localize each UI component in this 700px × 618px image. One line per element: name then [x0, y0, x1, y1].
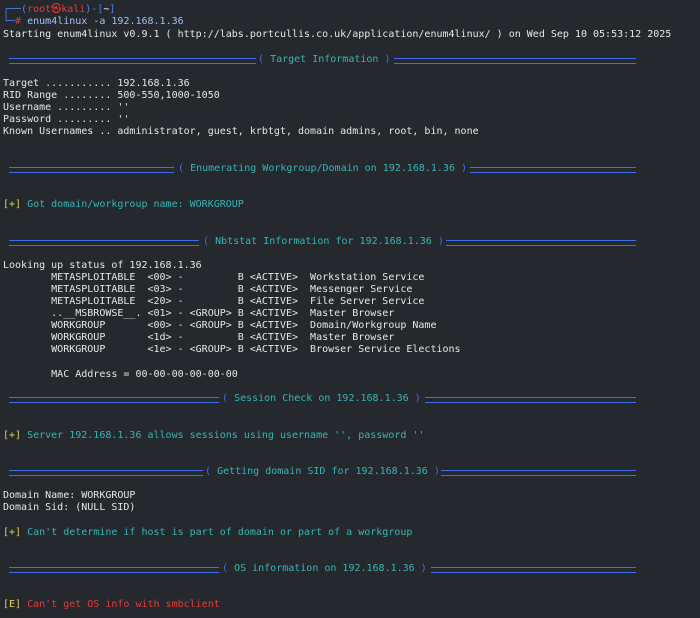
- nbtstat-row: METASPLOITABLE <20> - B <ACTIVE> File Se…: [3, 296, 425, 307]
- domain-sid-line: Domain Sid: (NULL SID): [3, 502, 136, 513]
- nbtstat-row: WORKGROUP <1d> - B <ACTIVE> Master Brows…: [3, 332, 395, 343]
- workgroup-message: [+] Got domain/workgroup name: WORKGROUP: [3, 199, 244, 210]
- command-text: enum4linux -a 192.168.1.36: [27, 16, 184, 27]
- nbtstat-row: WORKGROUP <00> - <GROUP> B <ACTIVE> Doma…: [3, 320, 437, 331]
- banner-os: ( OS information on 192.168.1.36 ): [222, 563, 427, 574]
- banner-rule-left: [9, 567, 219, 573]
- nbtstat-row: ..__MSBROWSE__. <01> - <GROUP> B <ACTIVE…: [3, 308, 395, 319]
- mac-address-line: MAC Address = 00-00-00-00-00-00: [3, 369, 238, 380]
- terminal-window[interactable]: ┌──(root㉿kali)-[~] └─# enum4linux -a 192…: [0, 0, 700, 618]
- nbtstat-row: WORKGROUP <1e> - <GROUP> B <ACTIVE> Brow…: [3, 344, 461, 355]
- banner-nbtstat: ( Nbtstat Information for 192.168.1.36 ): [203, 236, 444, 247]
- banner-rule-right: [425, 397, 636, 403]
- nbtstat-row: METASPLOITABLE <00> - B <ACTIVE> Worksta…: [3, 272, 425, 283]
- nbtstat-lookup: Looking up status of 192.168.1.36: [3, 260, 202, 271]
- banner-rule-left: [9, 470, 203, 476]
- banner-rule-left: [9, 58, 256, 64]
- os-error-message: [E] Can't get OS info with smbclient: [3, 599, 220, 610]
- banner-rule-left: [9, 167, 174, 173]
- banner-session: ( Session Check on 192.168.1.36 ): [222, 393, 421, 404]
- banner-rule-left: [9, 397, 219, 403]
- banner-rule-right: [441, 470, 636, 476]
- username-line: Username ......... '': [3, 102, 130, 113]
- domain-determine-message: [+] Can't determine if host is part of d…: [3, 527, 413, 538]
- banner-workgroup: ( Enumerating Workgroup/Domain on 192.16…: [178, 163, 468, 174]
- banner-sid: ( Getting domain SID for 192.168.1.36 ): [205, 466, 440, 477]
- password-line: Password ......... '': [3, 114, 130, 125]
- prompt-user: root: [27, 4, 52, 15]
- banner-target: ( Target Information ): [258, 54, 391, 65]
- known-usernames-line: Known Usernames .. administrator, guest,…: [3, 126, 479, 137]
- nbtstat-row: METASPLOITABLE <03> - B <ACTIVE> Messeng…: [3, 284, 413, 295]
- domain-name-line: Domain Name: WORKGROUP: [3, 490, 136, 501]
- starting-line: Starting enum4linux v0.9.1 ( http://labs…: [3, 29, 672, 40]
- banner-rule-right: [431, 567, 636, 573]
- target-line: Target ........... 192.168.1.36: [3, 78, 190, 89]
- banner-rule-right: [470, 167, 636, 173]
- session-message: [+] Server 192.168.1.36 allows sessions …: [3, 430, 425, 441]
- prompt-line: ┌──(root㉿kali)-[~]: [3, 4, 116, 15]
- prompt-symbol: ㉿: [51, 4, 62, 15]
- rid-range-line: RID Range ........ 500-550,1000-1050: [3, 90, 220, 101]
- banner-rule-right: [446, 240, 636, 246]
- banner-rule-right: [394, 58, 636, 64]
- banner-rule-left: [9, 240, 199, 246]
- command-line: └─# enum4linux -a 192.168.1.36: [3, 16, 184, 27]
- prompt-host: kali: [61, 4, 86, 15]
